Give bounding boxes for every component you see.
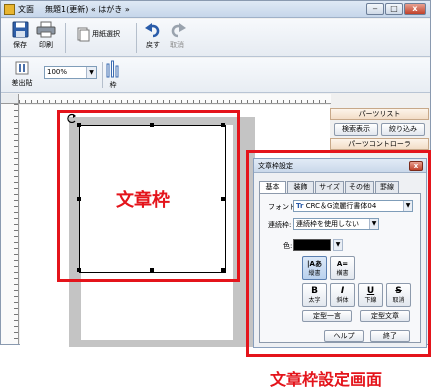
close-button[interactable]: x [404,3,426,15]
redo-arrow-icon [171,23,186,38]
save-label: 保存 [13,41,27,49]
toolbar-separator [136,23,137,53]
undo-arrow-icon [144,23,159,38]
stamp-icon [15,61,29,75]
parts-controller-tab[interactable]: パーツコントローラ [330,138,429,150]
paper-icon [77,27,90,42]
document-title: 無題1(更新) « はがき » [45,5,130,14]
maximize-button[interactable]: □ [385,3,403,15]
minimize-button[interactable]: ‒ [366,3,384,15]
floppy-disk-icon [12,21,28,38]
chevron-down-icon: ▼ [86,67,96,78]
horizontal-ruler [19,94,331,104]
toolbar-separator [65,23,66,53]
main-toolbar: 保存 印刷 用紙選択 戻す 取消 [1,19,430,57]
zoom-select[interactable]: 100% ▼ [44,66,97,79]
frame-button[interactable]: 枠 [105,60,121,90]
redo-button[interactable]: 取消 [167,21,187,50]
parts-list-title: パーツリスト [330,108,429,120]
toolbar-separator [102,62,103,88]
zoom-value: 100% [47,68,68,76]
undo-button[interactable]: 戻す [143,21,163,50]
print-label: 印刷 [39,41,53,49]
frame-bars-icon [106,60,119,78]
paper-select-label: 用紙選択 [92,30,120,38]
undo-label: 戻す [146,41,160,49]
frame-label: 枠 [109,81,117,89]
search-display-button[interactable]: 検索表示 [334,123,378,136]
redo-label: 取消 [170,41,184,49]
sender-paste-label: 差出貼 [11,79,33,87]
ruler-corner [1,94,19,104]
dialog-annotation: 文章枠設定画面 [270,370,383,389]
filter-button[interactable]: 絞り込み [381,123,425,136]
print-button[interactable]: 印刷 [34,21,58,50]
dialog-highlight [246,150,431,357]
title-bar: 文面 無題1(更新) « はがき » ‒ □ x [1,1,430,18]
printer-icon [36,21,56,38]
secondary-toolbar: 差出貼 100% ▼ 枠 [1,58,430,93]
sender-paste-button[interactable]: 差出貼 [7,60,37,88]
app-name: 文面 [18,5,34,14]
text-frame-annotation: 文章枠 [116,190,170,211]
app-icon [4,4,15,15]
vertical-ruler [1,104,19,344]
save-button[interactable]: 保存 [9,21,31,50]
